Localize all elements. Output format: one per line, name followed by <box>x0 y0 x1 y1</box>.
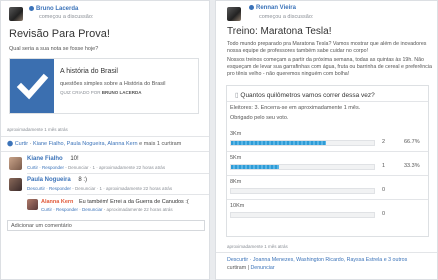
poll-option-bar <box>230 188 375 194</box>
poll-option-label[interactable]: 3Km <box>230 131 241 137</box>
reply: Alanna Kern Eu também! Errei a da Guerra… <box>41 199 189 205</box>
timestamp: aproximadamente 1 mês atrás <box>7 127 68 132</box>
divider <box>1 151 209 152</box>
poll-option-label[interactable]: 8Km <box>230 179 241 185</box>
poll-option-bar-fill <box>231 165 279 169</box>
timestamp: aproximadamente 1 mês atrás <box>227 244 288 249</box>
comment-text: 10! <box>70 156 79 162</box>
poll-option-bar <box>230 164 375 170</box>
poll-option-label[interactable]: 5Km <box>230 155 241 161</box>
poll-icon: ▯ <box>235 92 239 99</box>
poll-question: ▯ Quantos quilômetros vamos correr dessa… <box>235 92 375 99</box>
quiz-description: questões simples sobre a História do Bra… <box>60 81 166 87</box>
divider <box>227 151 428 152</box>
quiz-thumbnail <box>10 59 54 113</box>
like-button[interactable]: Curtir <box>15 141 28 147</box>
report-link[interactable]: Denunciar <box>250 265 274 271</box>
quiz-creator: QUIZ CRIADO POR BRUNO LACERDA <box>60 90 142 95</box>
divider <box>27 194 209 195</box>
quiz-title: A história do Brasil <box>60 68 118 75</box>
divider <box>227 199 428 200</box>
poll: ▯ Quantos quilômetros vamos correr dessa… <box>226 85 429 237</box>
poll-option-votes: 0 <box>382 211 386 217</box>
avatar[interactable] <box>9 7 23 21</box>
comment-actions: Curtir · Responder · Denunciar · 1 · apr… <box>27 165 166 170</box>
like-icon: ⬤ <box>7 141 14 147</box>
poll-option-bar-fill <box>231 141 327 145</box>
globe-icon <box>249 5 254 10</box>
discussion-action: começou a discussão: <box>39 14 94 20</box>
poll-option-votes: 0 <box>382 187 386 193</box>
comment-input[interactable]: Adicionar um comentário <box>7 220 205 231</box>
author-link[interactable]: Rennan Vieira <box>249 5 296 11</box>
discussion-body-1: Todo mundo preparado pra Maratona Tesla?… <box>227 41 427 54</box>
likes-line: Descurtir · Joanna Menezes, Washington R… <box>227 257 408 271</box>
checkmark-icon <box>16 73 49 100</box>
poll-option-votes: 2 <box>382 139 386 145</box>
poll-option-votes: 1 <box>382 163 386 169</box>
poll-option-percent: 33.3% <box>404 163 420 169</box>
discussion-question: Qual seria a sua nota se fosse hoje? <box>9 46 99 52</box>
reply-author[interactable]: Alanna Kern <box>41 199 73 205</box>
quiz-resource-card[interactable]: A história do Brasil questões simples so… <box>9 58 199 114</box>
comment-author[interactable]: Paula Nogueira <box>27 177 71 183</box>
discussion-title[interactable]: Treino: Maratona Tesla! <box>227 26 332 37</box>
avatar[interactable] <box>227 7 241 21</box>
poll-option-bar <box>230 212 375 218</box>
avatar[interactable] <box>9 178 22 191</box>
comment: Paula Nogueira 8 :) <box>27 177 87 183</box>
discussion-body-2: Nossos treinos começam a partir da próxi… <box>227 57 432 77</box>
poll-voters: Eleitores: 3. Encerra-se em aproximadame… <box>230 105 361 111</box>
avatar[interactable] <box>9 157 22 170</box>
discussion-card-maratona: Rennan Vieira começou a discussão: Trein… <box>215 0 438 280</box>
globe-icon <box>29 6 34 11</box>
poll-option-label[interactable]: 10Km <box>230 203 244 209</box>
discussion-title[interactable]: Revisão Para Prova! <box>9 28 110 40</box>
likers-list[interactable]: Kiane Fialho, Paula Nogueira, Alanna Ker… <box>33 141 138 147</box>
discussion-card-revisao: Bruno Lacerda começou a discussão: Revis… <box>0 0 210 280</box>
comment-author[interactable]: Kiane Fialho <box>27 156 63 162</box>
comment-text: 8 :) <box>78 177 88 183</box>
discussion-action: começou a discussão: <box>259 14 314 20</box>
author-link[interactable]: Bruno Lacerda <box>29 6 78 12</box>
poll-thanks: Obrigado pelo seu voto. <box>230 115 289 121</box>
poll-option-percent: 66.7% <box>404 139 420 145</box>
comment-actions: Descurtir · Responder · Denunciar · 1 · … <box>27 186 173 191</box>
reply-actions: Curtir · Responder · Denunciar · aproxim… <box>41 207 173 212</box>
divider <box>216 252 437 253</box>
likes-line: ⬤ Curtir · Kiane Fialho, Paula Nogueira,… <box>7 141 182 147</box>
comment: Kiane Fialho 10! <box>27 156 79 162</box>
reply-text: Eu também! Errei a da Guerra de Canudos … <box>78 199 189 205</box>
divider <box>227 175 428 176</box>
divider <box>27 173 209 174</box>
divider <box>1 136 209 137</box>
divider <box>227 101 428 102</box>
avatar[interactable] <box>27 199 38 210</box>
likers-list[interactable]: Descurtir · Joanna Menezes, Washington R… <box>227 257 407 263</box>
poll-option-bar <box>230 140 375 146</box>
